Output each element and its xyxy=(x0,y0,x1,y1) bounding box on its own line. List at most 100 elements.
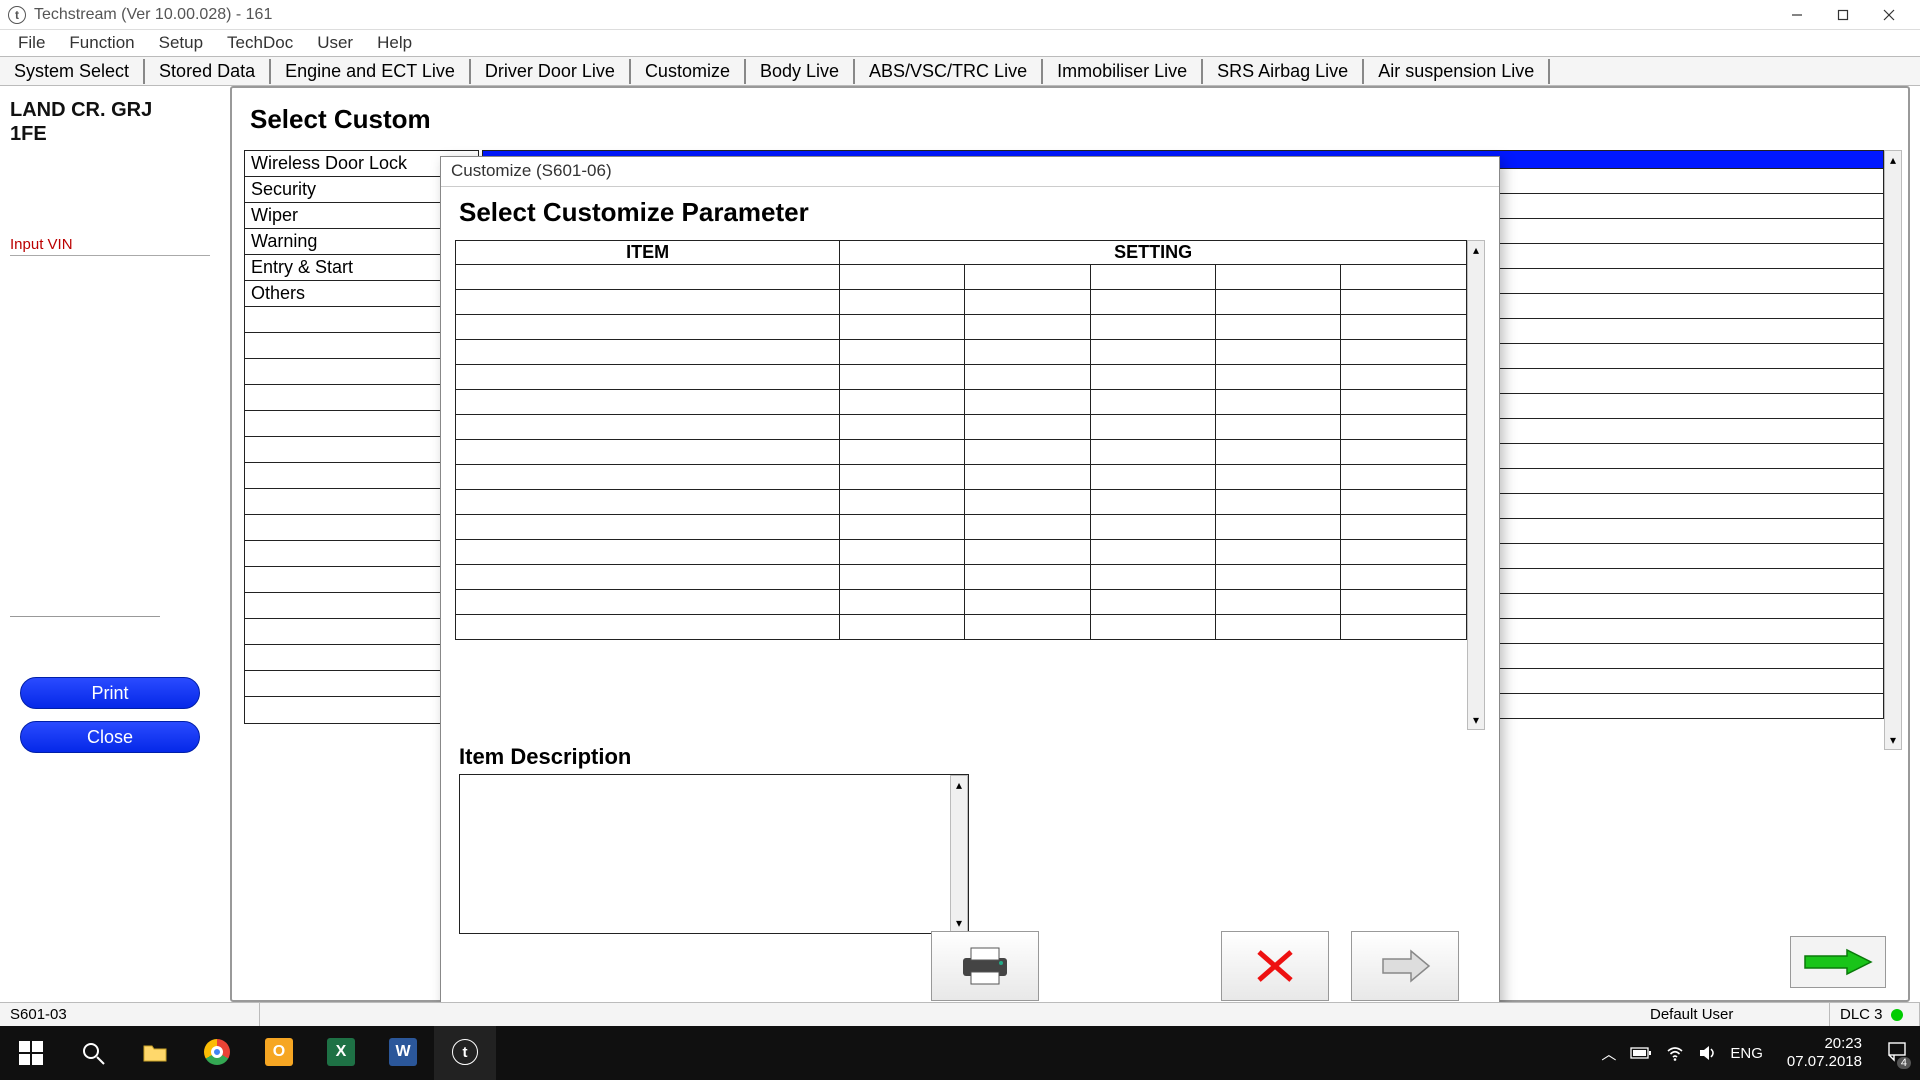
input-vin-link[interactable]: Input VIN xyxy=(10,236,210,256)
setting-cell[interactable] xyxy=(1090,340,1215,365)
item-cell[interactable] xyxy=(456,515,840,540)
setting-cell[interactable] xyxy=(1341,540,1467,565)
setting-cell[interactable] xyxy=(1090,615,1215,640)
taskbar-excel[interactable]: X xyxy=(310,1026,372,1080)
taskbar-chrome[interactable] xyxy=(186,1026,248,1080)
table-row[interactable] xyxy=(456,290,1467,315)
tab-stored-data[interactable]: Stored Data xyxy=(145,59,271,84)
parameter-table[interactable]: ITEM SETTING xyxy=(455,240,1467,640)
item-cell[interactable] xyxy=(456,440,840,465)
setting-cell[interactable] xyxy=(965,265,1090,290)
table-row[interactable] xyxy=(456,415,1467,440)
setting-cell[interactable] xyxy=(1090,515,1215,540)
tab-system-select[interactable]: System Select xyxy=(0,59,145,84)
table-scrollbar[interactable]: ▴ ▾ xyxy=(1467,240,1485,730)
tray-chevron-up-icon[interactable]: ︿ xyxy=(1601,1043,1616,1064)
setting-cell[interactable] xyxy=(840,390,965,415)
start-button[interactable] xyxy=(0,1026,62,1080)
setting-cell[interactable] xyxy=(1216,265,1341,290)
item-cell[interactable] xyxy=(456,290,840,315)
table-row[interactable] xyxy=(456,315,1467,340)
tab-air-suspension-live[interactable]: Air suspension Live xyxy=(1364,59,1550,84)
tab-immobiliser-live[interactable]: Immobiliser Live xyxy=(1043,59,1203,84)
setting-cell[interactable] xyxy=(1341,390,1467,415)
proceed-button[interactable] xyxy=(1790,936,1886,988)
setting-cell[interactable] xyxy=(1090,565,1215,590)
tab-driver-door-live[interactable]: Driver Door Live xyxy=(471,59,631,84)
setting-cell[interactable] xyxy=(840,290,965,315)
scroll-up-icon[interactable]: ▴ xyxy=(951,776,967,794)
tab-body-live[interactable]: Body Live xyxy=(746,59,855,84)
setting-cell[interactable] xyxy=(840,340,965,365)
item-cell[interactable] xyxy=(456,265,840,290)
dialog-next-button[interactable] xyxy=(1351,931,1459,1001)
print-button[interactable]: Print xyxy=(20,677,200,709)
setting-cell[interactable] xyxy=(1341,615,1467,640)
setting-cell[interactable] xyxy=(1090,290,1215,315)
volume-icon[interactable] xyxy=(1698,1044,1716,1062)
table-row[interactable] xyxy=(456,565,1467,590)
setting-cell[interactable] xyxy=(965,590,1090,615)
setting-cell[interactable] xyxy=(1090,265,1215,290)
maximize-button[interactable] xyxy=(1820,0,1866,30)
setting-cell[interactable] xyxy=(840,515,965,540)
setting-cell[interactable] xyxy=(965,440,1090,465)
setting-cell[interactable] xyxy=(965,315,1090,340)
item-cell[interactable] xyxy=(456,365,840,390)
setting-cell[interactable] xyxy=(965,490,1090,515)
close-window-button[interactable] xyxy=(1866,0,1912,30)
item-cell[interactable] xyxy=(456,315,840,340)
table-row[interactable] xyxy=(456,540,1467,565)
menu-setup[interactable]: Setup xyxy=(147,31,215,55)
setting-cell[interactable] xyxy=(1216,390,1341,415)
item-cell[interactable] xyxy=(456,465,840,490)
menu-techdoc[interactable]: TechDoc xyxy=(215,31,305,55)
setting-cell[interactable] xyxy=(1341,565,1467,590)
setting-cell[interactable] xyxy=(1216,565,1341,590)
setting-cell[interactable] xyxy=(1090,540,1215,565)
item-cell[interactable] xyxy=(456,615,840,640)
setting-cell[interactable] xyxy=(1090,315,1215,340)
setting-cell[interactable] xyxy=(840,565,965,590)
setting-cell[interactable] xyxy=(1090,415,1215,440)
setting-cell[interactable] xyxy=(965,465,1090,490)
setting-cell[interactable] xyxy=(1341,465,1467,490)
scroll-up-icon[interactable]: ▴ xyxy=(1468,241,1484,259)
setting-cell[interactable] xyxy=(965,540,1090,565)
taskbar-word[interactable]: W xyxy=(372,1026,434,1080)
table-row[interactable] xyxy=(456,465,1467,490)
item-cell[interactable] xyxy=(456,490,840,515)
menu-help[interactable]: Help xyxy=(365,31,424,55)
setting-cell[interactable] xyxy=(840,440,965,465)
tray-clock[interactable]: 20:23 07.07.2018 xyxy=(1777,1035,1872,1071)
scroll-down-icon[interactable]: ▾ xyxy=(951,914,967,932)
item-cell[interactable] xyxy=(456,415,840,440)
setting-cell[interactable] xyxy=(1090,465,1215,490)
setting-cell[interactable] xyxy=(1090,365,1215,390)
table-row[interactable] xyxy=(456,390,1467,415)
menu-file[interactable]: File xyxy=(6,31,57,55)
close-button[interactable]: Close xyxy=(20,721,200,753)
setting-cell[interactable] xyxy=(1090,440,1215,465)
setting-cell[interactable] xyxy=(1341,515,1467,540)
setting-cell[interactable] xyxy=(1216,415,1341,440)
setting-cell[interactable] xyxy=(1090,590,1215,615)
setting-cell[interactable] xyxy=(1090,390,1215,415)
tray-language[interactable]: ENG xyxy=(1730,1045,1763,1062)
table-row[interactable] xyxy=(456,340,1467,365)
table-row[interactable] xyxy=(456,515,1467,540)
setting-cell[interactable] xyxy=(1341,365,1467,390)
item-cell[interactable] xyxy=(456,590,840,615)
item-cell[interactable] xyxy=(456,390,840,415)
setting-cell[interactable] xyxy=(840,365,965,390)
setting-cell[interactable] xyxy=(1216,440,1341,465)
setting-cell[interactable] xyxy=(965,565,1090,590)
setting-cell[interactable] xyxy=(965,290,1090,315)
setting-cell[interactable] xyxy=(840,415,965,440)
setting-cell[interactable] xyxy=(1341,315,1467,340)
setting-cell[interactable] xyxy=(840,615,965,640)
dialog-cancel-button[interactable] xyxy=(1221,931,1329,1001)
scroll-down-icon[interactable]: ▾ xyxy=(1468,711,1484,729)
setting-cell[interactable] xyxy=(965,340,1090,365)
table-row[interactable] xyxy=(456,590,1467,615)
